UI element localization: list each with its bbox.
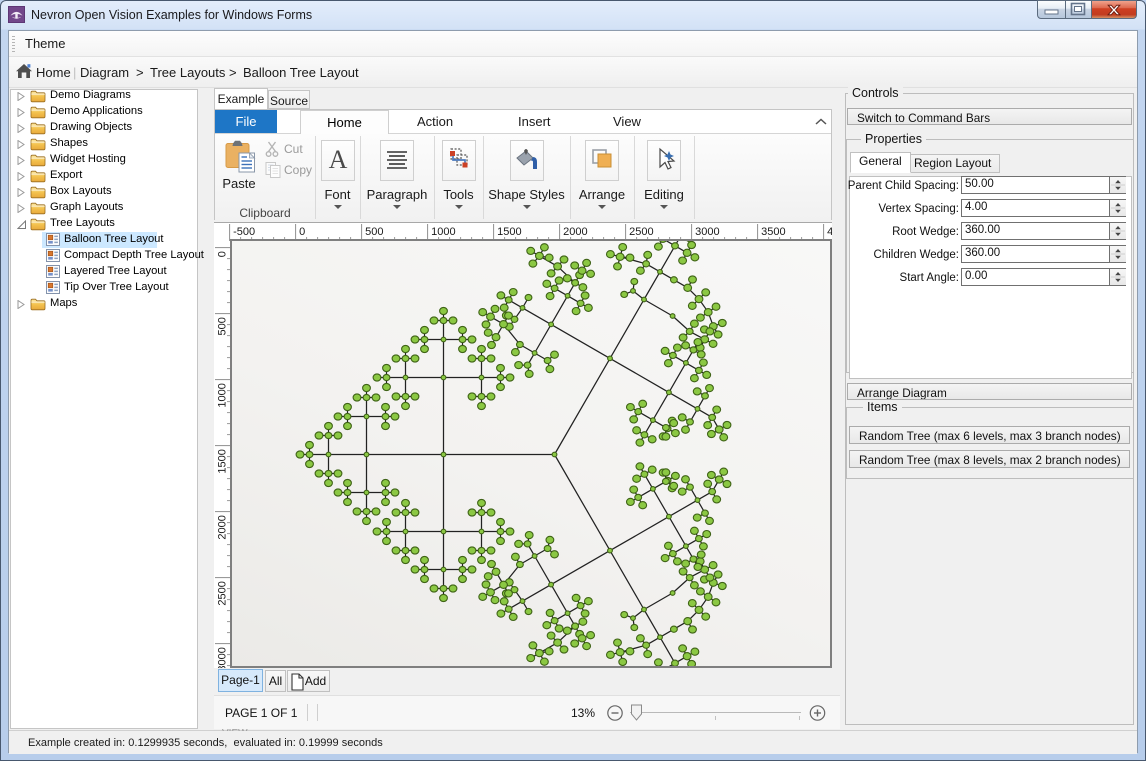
svg-text:2000: 2000 — [563, 226, 587, 238]
svg-text:1000: 1000 — [431, 226, 455, 238]
svg-text:500: 500 — [217, 317, 229, 335]
svg-text:3000: 3000 — [695, 226, 719, 238]
svg-text:1000: 1000 — [217, 383, 229, 407]
svg-text:2500: 2500 — [217, 581, 229, 605]
svg-text:0: 0 — [217, 251, 229, 257]
svg-text:0: 0 — [299, 226, 305, 238]
svg-text:1500: 1500 — [497, 226, 521, 238]
svg-text:A: A — [328, 145, 347, 174]
svg-text:4000: 4000 — [827, 226, 832, 238]
svg-text:500: 500 — [365, 226, 383, 238]
svg-text:3500: 3500 — [761, 226, 785, 238]
svg-text:3000: 3000 — [217, 647, 229, 668]
svg-text:2000: 2000 — [217, 515, 229, 539]
svg-text:-500: -500 — [233, 226, 255, 238]
svg-text:1500: 1500 — [217, 449, 229, 473]
svg-text:2500: 2500 — [629, 226, 653, 238]
